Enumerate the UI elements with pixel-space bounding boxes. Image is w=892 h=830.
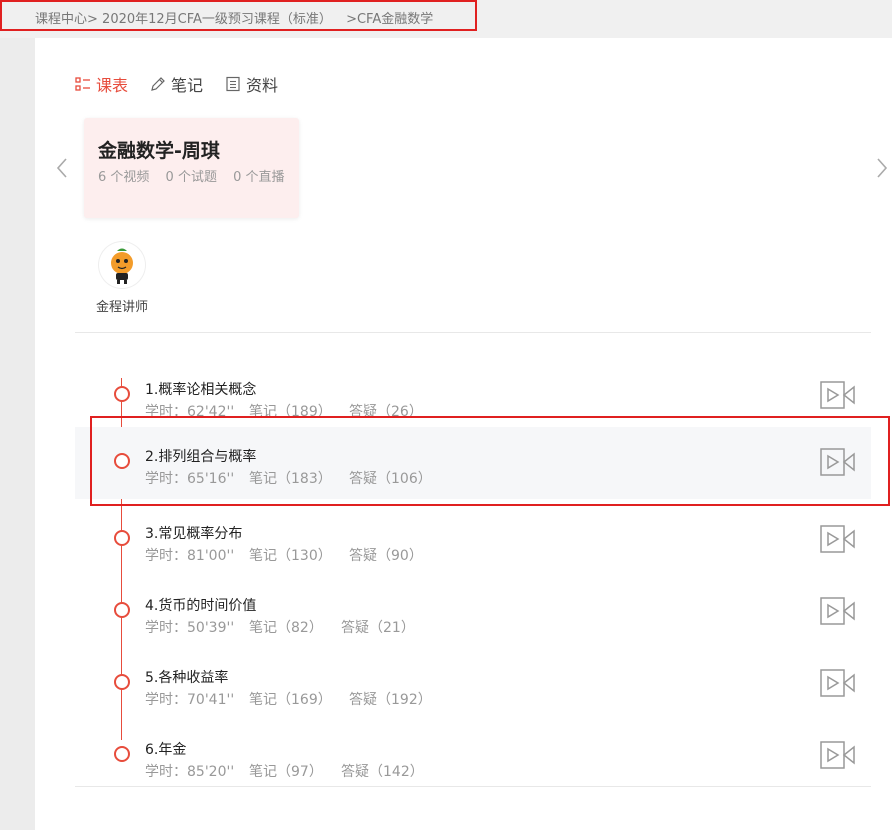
lesson-notes[interactable]: 笔记（97） <box>249 761 341 781</box>
lesson-title[interactable]: 6.年金 <box>145 739 186 759</box>
lesson-item-selected[interactable]: 2.排列组合与概率 学时：65'16'' 笔记（183） 答疑（106） <box>75 427 871 499</box>
lesson-qa[interactable]: 答疑（142） <box>341 761 424 781</box>
tab-schedule-label: 课表 <box>96 76 129 95</box>
lesson-hours: 学时：70'41'' <box>145 692 235 708</box>
orange-mascot-avatar <box>111 248 133 284</box>
breadcrumb-home-link[interactable]: 课程中心> <box>35 12 98 27</box>
course-card[interactable]: 金融数学-周琪 6 个视频 0 个试题 0 个直播 <box>84 118 299 218</box>
lesson-notes[interactable]: 笔记（189） <box>249 401 349 421</box>
video-play-icon[interactable] <box>820 741 856 769</box>
teacher-name: 金程讲师 <box>95 300 148 315</box>
lesson-item[interactable]: 3.常见概率分布 学时：81'00'' 笔记（130） 答疑（90） <box>75 504 871 576</box>
quiz-count: 0 个试题 <box>165 170 217 185</box>
lesson-notes[interactable]: 笔记（169） <box>249 689 349 709</box>
lesson-item[interactable]: 1.概率论相关概念 学时：62'42'' 笔记（189） 答疑（26） <box>75 360 871 432</box>
video-play-icon[interactable] <box>820 381 856 409</box>
main-panel: 课表 笔记 资料 金融数学-周琪 6 个视频 0 个试题 0 个直播 金程讲师 … <box>35 38 892 830</box>
avatar <box>99 242 145 288</box>
lesson-hours: 学时：65'16'' <box>145 471 235 487</box>
tab-bar: 课表 笔记 资料 <box>75 72 300 96</box>
chevron-right-icon[interactable] <box>875 156 889 180</box>
lesson-notes[interactable]: 笔记（130） <box>249 545 349 565</box>
pencil-icon <box>151 77 165 91</box>
timeline-dot <box>114 453 130 469</box>
list-icon <box>75 77 90 91</box>
timeline-dot <box>114 746 130 762</box>
document-icon <box>226 76 240 92</box>
course-title: 金融数学-周琪 <box>98 140 220 162</box>
lesson-hours: 学时：62'42'' <box>145 404 235 420</box>
tab-schedule[interactable]: 课表 <box>75 72 128 96</box>
lesson-qa[interactable]: 答疑（21） <box>341 617 415 637</box>
lesson-title[interactable]: 3.常见概率分布 <box>145 523 242 543</box>
chevron-left-icon[interactable] <box>55 156 69 180</box>
teacher[interactable]: 金程讲师 <box>87 242 157 315</box>
lesson-title[interactable]: 5.各种收益率 <box>145 667 228 687</box>
breadcrumb-course-link[interactable]: 2020年12月CFA一级预习课程（标准） <box>102 12 332 27</box>
live-count: 0 个直播 <box>233 170 285 185</box>
video-play-icon[interactable] <box>820 597 856 625</box>
timeline-dot <box>114 674 130 690</box>
lesson-title[interactable]: 4.货币的时间价值 <box>145 595 256 615</box>
video-play-icon[interactable] <box>820 525 856 553</box>
video-count: 6 个视频 <box>98 170 150 185</box>
video-play-icon[interactable] <box>820 669 856 697</box>
timeline-dot <box>114 386 130 402</box>
course-stats: 6 个视频 0 个试题 0 个直播 <box>98 166 297 185</box>
timeline-dot <box>114 530 130 546</box>
lesson-item[interactable]: 4.货币的时间价值 学时：50'39'' 笔记（82） 答疑（21） <box>75 576 871 648</box>
lesson-item[interactable]: 6.年金 学时：85'20'' 笔记（97） 答疑（142） <box>75 720 871 792</box>
tab-notes[interactable]: 笔记 <box>150 72 203 96</box>
breadcrumb: 课程中心> 2020年12月CFA一级预习课程（标准） >CFA金融数学 <box>0 0 892 38</box>
lesson-title[interactable]: 1.概率论相关概念 <box>145 379 256 399</box>
lesson-notes[interactable]: 笔记（82） <box>249 617 341 637</box>
lesson-qa[interactable]: 答疑（192） <box>349 689 432 709</box>
lesson-notes[interactable]: 笔记（183） <box>249 468 349 488</box>
lesson-hours: 学时：85'20'' <box>145 764 235 780</box>
lesson-hours: 学时：81'00'' <box>145 548 235 564</box>
tab-materials-label: 资料 <box>246 76 279 95</box>
section-divider <box>75 332 871 333</box>
breadcrumb-current: >CFA金融数学 <box>346 12 434 27</box>
list-bottom-divider <box>75 786 871 787</box>
lesson-qa[interactable]: 答疑（90） <box>349 545 423 565</box>
video-play-icon[interactable] <box>820 448 856 476</box>
lesson-qa[interactable]: 答疑（26） <box>349 401 423 421</box>
tab-materials[interactable]: 资料 <box>225 72 278 96</box>
lesson-title[interactable]: 2.排列组合与概率 <box>145 446 256 466</box>
lesson-hours: 学时：50'39'' <box>145 620 235 636</box>
lesson-qa[interactable]: 答疑（106） <box>349 468 432 488</box>
lesson-item[interactable]: 5.各种收益率 学时：70'41'' 笔记（169） 答疑（192） <box>75 648 871 720</box>
tab-notes-label: 笔记 <box>171 76 204 95</box>
timeline-dot <box>114 602 130 618</box>
